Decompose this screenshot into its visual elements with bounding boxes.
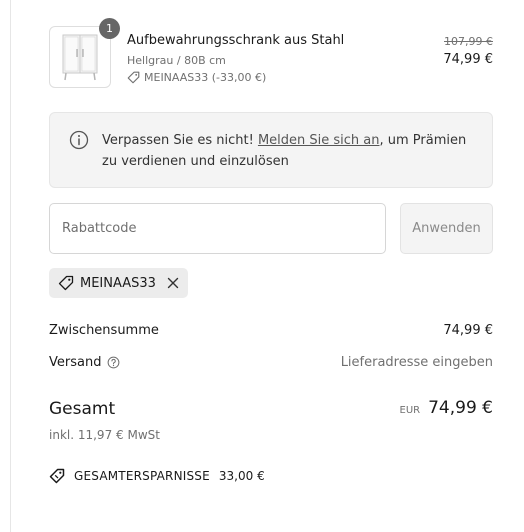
product-discount: MEINAAS33 (-33,00 €): [127, 71, 266, 84]
shipping-value: Lieferadresse eingeben: [340, 355, 493, 370]
currency-code: EUR: [399, 405, 421, 416]
tag-icon: [58, 275, 74, 291]
cabinet-icon: [62, 34, 98, 81]
product-variant: Hellgrau / 80B cm: [127, 54, 226, 67]
product-price: 74,99 €: [443, 52, 493, 67]
product-discount-text: MEINAAS33 (-33,00 €): [144, 71, 267, 84]
checkout-summary: 1 Aufbewahrungsschrank aus Stahl Hellgra…: [0, 0, 524, 532]
total-savings: GESAMTERSPARNISSE 33,00 €: [49, 468, 265, 484]
tax-note: inkl. 11,97 € MwSt: [49, 428, 160, 442]
close-icon[interactable]: [166, 276, 180, 290]
savings-label: GESAMTERSPARNISSE: [74, 469, 210, 483]
total-label: Gesamt: [49, 399, 116, 419]
original-price: 107,99 €: [444, 35, 493, 48]
total-value: 74,99 €: [428, 398, 493, 418]
apply-button[interactable]: Anwenden: [400, 203, 493, 254]
subtotal-label: Zwischensumme: [49, 323, 159, 338]
rewards-notice: Verpassen Sie es nicht! Melden Sie sich …: [49, 112, 493, 188]
notice-text-before: Verpassen Sie es nicht!: [102, 133, 258, 148]
divider: [10, 0, 11, 532]
shipping-label-group: Versand: [49, 355, 120, 370]
product-title: Aufbewahrungsschrank aus Stahl: [127, 33, 345, 48]
savings-tag-icon: [49, 468, 65, 484]
tag-icon: [127, 71, 140, 84]
notice-text: Verpassen Sie es nicht! Melden Sie sich …: [102, 130, 472, 172]
shipping-label: Versand: [49, 355, 102, 370]
savings-value: 33,00 €: [218, 469, 265, 483]
line-item: 1 Aufbewahrungsschrank aus Stahl Hellgra…: [49, 18, 493, 90]
total-amount-group: EUR 74,99 €: [400, 398, 493, 418]
applied-code-label: MEINAAS33: [80, 275, 156, 291]
subtotal-value: 74,99 €: [443, 323, 493, 338]
sign-in-link[interactable]: Melden Sie sich an: [258, 133, 380, 148]
info-circle-icon: [69, 130, 89, 150]
discount-code-input[interactable]: [49, 203, 386, 254]
quantity-badge: 1: [99, 18, 120, 39]
help-icon[interactable]: [107, 356, 120, 369]
applied-code-chip: MEINAAS33: [49, 268, 188, 298]
